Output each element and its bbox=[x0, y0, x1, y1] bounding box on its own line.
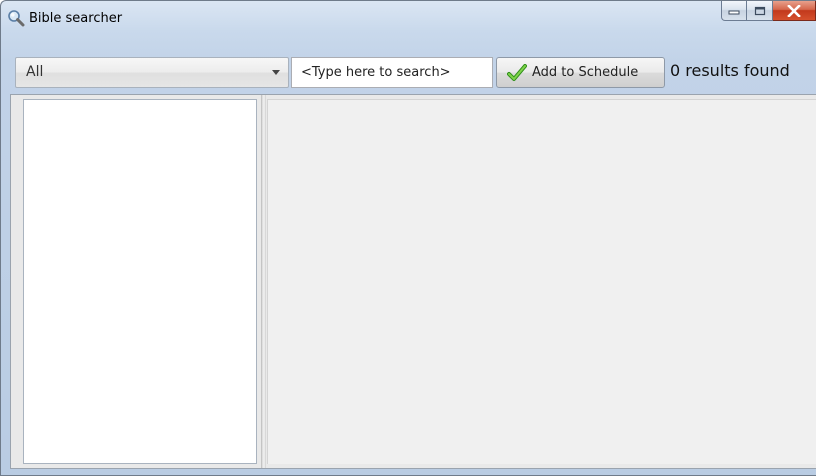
chevron-down-icon bbox=[272, 70, 280, 75]
window-title: Bible searcher bbox=[29, 11, 123, 26]
search-input[interactable] bbox=[291, 57, 493, 88]
verse-preview-pane[interactable] bbox=[267, 99, 816, 464]
checkmark-icon bbox=[507, 63, 527, 81]
caption-buttons bbox=[721, 1, 816, 23]
add-to-schedule-label: Add to Schedule bbox=[532, 65, 639, 80]
magnifier-icon bbox=[8, 10, 25, 27]
bible-searcher-window: Bible searcher All <Type here to search>… bbox=[0, 0, 816, 476]
close-button[interactable] bbox=[773, 1, 816, 21]
content-area bbox=[10, 94, 816, 469]
filter-selected-value: All bbox=[26, 64, 44, 80]
filter-dropdown[interactable]: All bbox=[15, 57, 289, 88]
results-list[interactable] bbox=[23, 99, 257, 464]
maximize-icon bbox=[754, 6, 765, 15]
minimize-button[interactable] bbox=[721, 1, 747, 21]
pane-splitter[interactable] bbox=[261, 95, 266, 468]
results-count: 0 results found bbox=[670, 61, 790, 80]
maximize-button[interactable] bbox=[747, 1, 773, 21]
close-icon bbox=[787, 4, 801, 17]
title-bar[interactable]: Bible searcher bbox=[1, 1, 816, 49]
add-to-schedule-button[interactable]: Add to Schedule bbox=[496, 57, 665, 88]
minimize-icon bbox=[728, 10, 740, 14]
